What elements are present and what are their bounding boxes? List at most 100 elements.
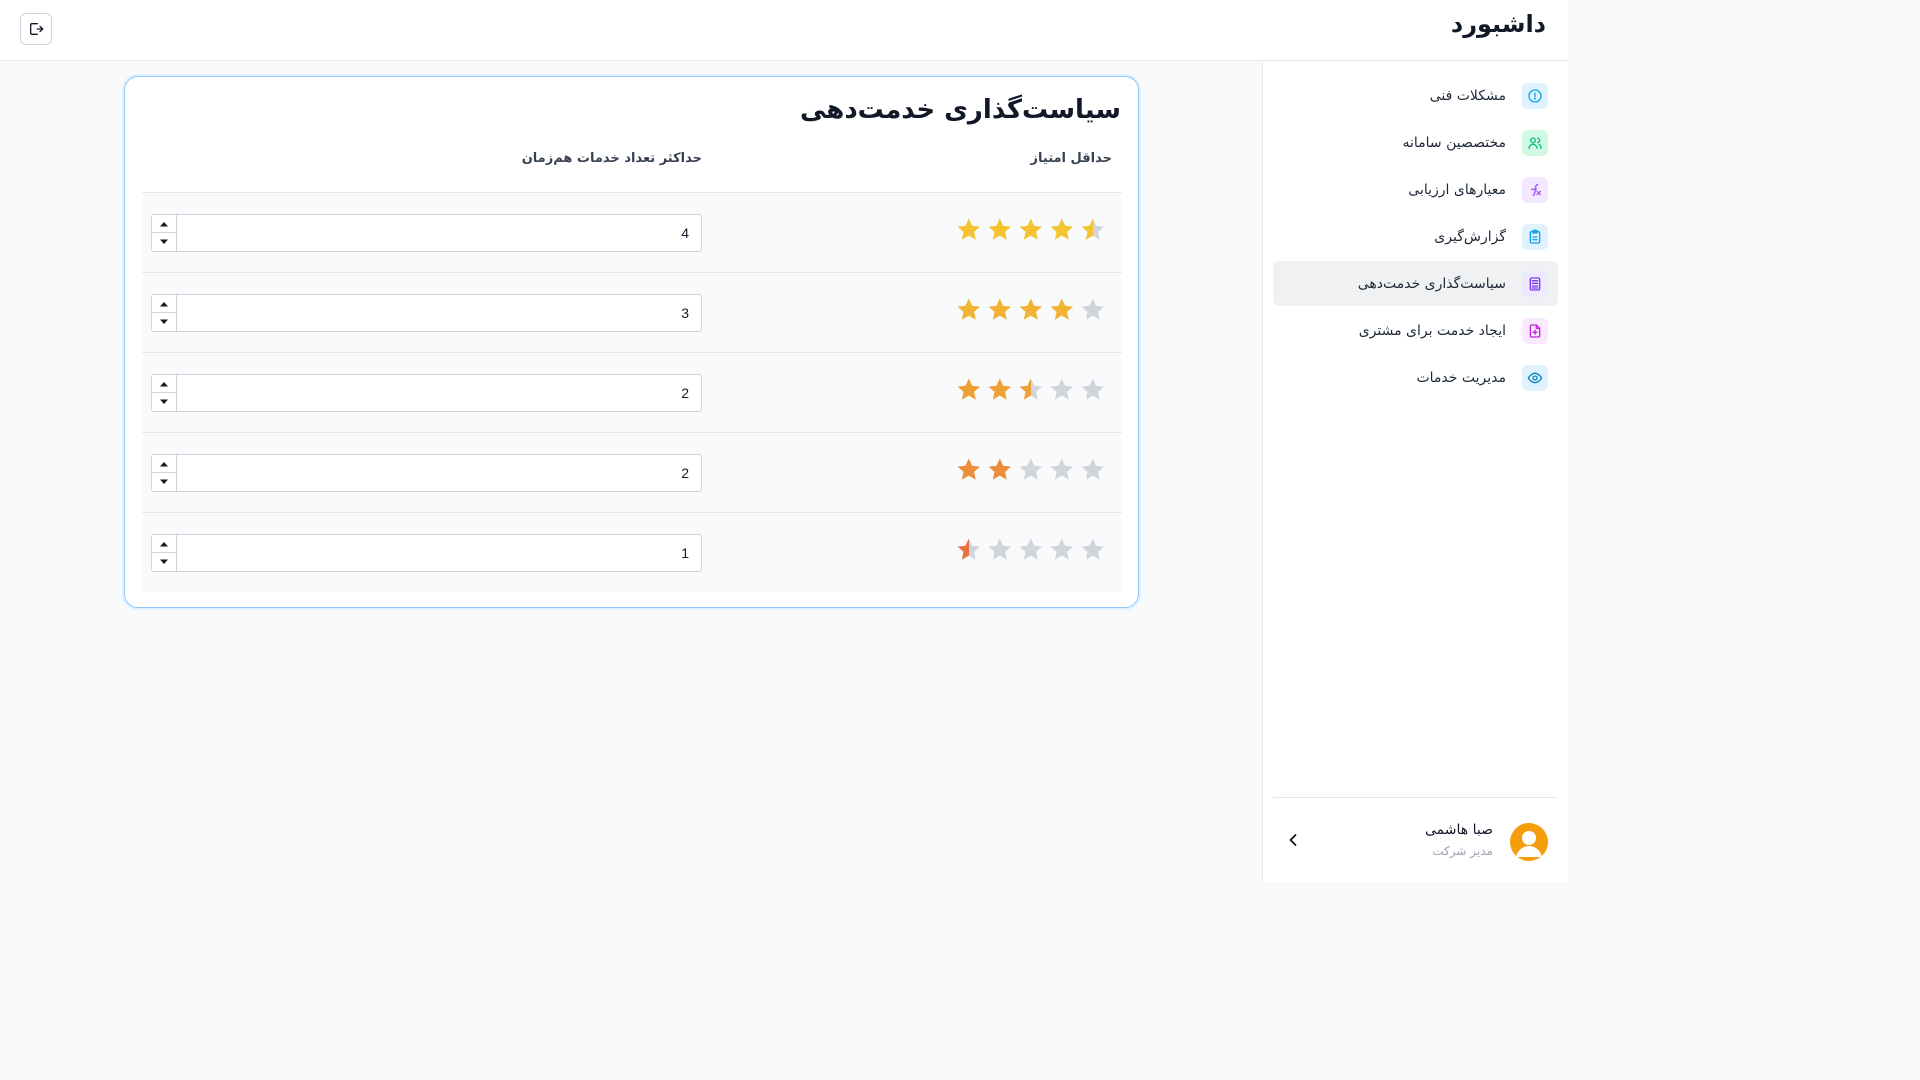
- caret-up-icon: [160, 541, 168, 546]
- star-icon[interactable]: [1081, 298, 1105, 320]
- stepper-controls: [152, 535, 177, 571]
- star-icon[interactable]: [1050, 378, 1074, 400]
- max-services-stepper[interactable]: [151, 294, 702, 332]
- sidebar-item-6[interactable]: ایجاد خدمت برای مشتری: [1273, 308, 1558, 353]
- star-icon[interactable]: [988, 378, 1012, 400]
- star-icon[interactable]: [988, 218, 1012, 240]
- sidebar-item-label: مشکلات فنی: [1429, 87, 1506, 104]
- max-services-input[interactable]: [177, 375, 701, 411]
- star-icon[interactable]: [1081, 458, 1105, 480]
- star-rating[interactable]: [955, 454, 1110, 484]
- calculator-icon: [1522, 270, 1548, 297]
- caret-up-icon: [160, 461, 168, 466]
- max-services-stepper[interactable]: [151, 374, 702, 412]
- sidebar-item-7[interactable]: مدیریت خدمات: [1273, 355, 1558, 400]
- policy-row: [142, 512, 1122, 592]
- page-title: سیاست‌گذاری خدمت‌دهی: [800, 95, 1121, 125]
- policy-row: [142, 272, 1122, 352]
- star-icon[interactable]: [957, 458, 981, 480]
- function-icon: [1522, 176, 1548, 203]
- sidebar-nav: مشکلات فنی مختصصین سامانه معیارهای ارزیابی…: [1273, 73, 1558, 402]
- caret-up-icon: [160, 381, 168, 386]
- sidebar-item-5[interactable]: سیاست‌گذاری خدمت‌دهی: [1273, 261, 1558, 306]
- sidebar: مشکلات فنی مختصصین سامانه معیارهای ارزیابی…: [1262, 61, 1568, 882]
- increment-button[interactable]: [152, 455, 176, 473]
- user-box: صبا هاشمی مدیر شرکت: [1273, 797, 1558, 882]
- clipboard-icon: [1522, 223, 1548, 250]
- stepper-controls: [152, 295, 177, 331]
- increment-button[interactable]: [152, 295, 176, 313]
- user-name: صبا هاشمی: [1425, 822, 1493, 838]
- decrement-button[interactable]: [152, 313, 176, 331]
- decrement-button[interactable]: [152, 233, 176, 251]
- star-icon[interactable]: [1081, 218, 1105, 240]
- brand-title: داشبورد: [1450, 10, 1546, 38]
- star-rating[interactable]: [955, 534, 1110, 564]
- caret-down-icon: [160, 319, 168, 324]
- column-header-min-rating: حداقل امتیاز: [1030, 151, 1112, 166]
- star-icon[interactable]: [988, 538, 1012, 560]
- star-icon[interactable]: [1050, 298, 1074, 320]
- star-icon[interactable]: [1050, 538, 1074, 560]
- star-icon[interactable]: [988, 458, 1012, 480]
- star-icon[interactable]: [1050, 458, 1074, 480]
- star-icon[interactable]: [1050, 218, 1074, 240]
- sidebar-item-label: مختصصین سامانه: [1402, 134, 1506, 151]
- sidebar-item-label: سیاست‌گذاری خدمت‌دهی: [1357, 275, 1506, 292]
- avatar[interactable]: [1510, 823, 1548, 861]
- stepper-controls: [152, 375, 177, 411]
- max-services-input[interactable]: [177, 295, 701, 331]
- max-services-input[interactable]: [177, 455, 701, 491]
- star-icon[interactable]: [957, 538, 981, 560]
- max-services-input[interactable]: [177, 535, 701, 571]
- stepper-controls: [152, 455, 177, 491]
- increment-button[interactable]: [152, 535, 176, 553]
- logout-button[interactable]: [20, 13, 52, 45]
- sidebar-item-1[interactable]: مشکلات فنی: [1273, 73, 1558, 118]
- caret-down-icon: [160, 399, 168, 404]
- max-services-stepper[interactable]: [151, 214, 702, 252]
- max-services-stepper[interactable]: [151, 454, 702, 492]
- policy-row: [142, 432, 1122, 512]
- star-icon[interactable]: [1019, 538, 1043, 560]
- star-icon[interactable]: [957, 378, 981, 400]
- star-icon[interactable]: [957, 218, 981, 240]
- sidebar-item-4[interactable]: گزارش‌گیری: [1273, 214, 1558, 259]
- stepper-controls: [152, 215, 177, 251]
- decrement-button[interactable]: [152, 473, 176, 491]
- policy-row: [142, 352, 1122, 432]
- sidebar-item-3[interactable]: معیارهای ارزیابی: [1273, 167, 1558, 212]
- caret-down-icon: [160, 239, 168, 244]
- max-services-input[interactable]: [177, 215, 701, 251]
- sidebar-item-label: گزارش‌گیری: [1434, 228, 1506, 245]
- caret-down-icon: [160, 559, 168, 564]
- star-icon[interactable]: [1081, 378, 1105, 400]
- star-rating[interactable]: [955, 374, 1110, 404]
- sidebar-item-label: مدیریت خدمات: [1416, 369, 1506, 386]
- user-role: مدیر شرکت: [1432, 844, 1493, 858]
- alert-circle-icon: [1522, 82, 1548, 109]
- file-plus-icon: [1522, 317, 1548, 344]
- collapse-sidebar-button[interactable]: [1283, 830, 1303, 850]
- increment-button[interactable]: [152, 375, 176, 393]
- star-icon[interactable]: [988, 298, 1012, 320]
- decrement-button[interactable]: [152, 553, 176, 571]
- star-rating[interactable]: [955, 214, 1110, 244]
- users-icon: [1522, 129, 1548, 156]
- star-icon[interactable]: [957, 298, 981, 320]
- star-icon[interactable]: [1019, 378, 1043, 400]
- star-icon[interactable]: [1019, 218, 1043, 240]
- sidebar-item-2[interactable]: مختصصین سامانه: [1273, 120, 1558, 165]
- policy-card: سیاست‌گذاری خدمت‌دهی حداقل امتیاز حداکثر…: [124, 76, 1139, 608]
- star-icon[interactable]: [1019, 298, 1043, 320]
- sidebar-item-label: معیارهای ارزیابی: [1408, 181, 1506, 198]
- increment-button[interactable]: [152, 215, 176, 233]
- caret-up-icon: [160, 301, 168, 306]
- star-rating[interactable]: [955, 294, 1110, 324]
- decrement-button[interactable]: [152, 393, 176, 411]
- star-icon[interactable]: [1019, 458, 1043, 480]
- star-icon[interactable]: [1081, 538, 1105, 560]
- max-services-stepper[interactable]: [151, 534, 702, 572]
- chevron-left-icon: [1289, 834, 1297, 846]
- logout-icon: [30, 23, 44, 35]
